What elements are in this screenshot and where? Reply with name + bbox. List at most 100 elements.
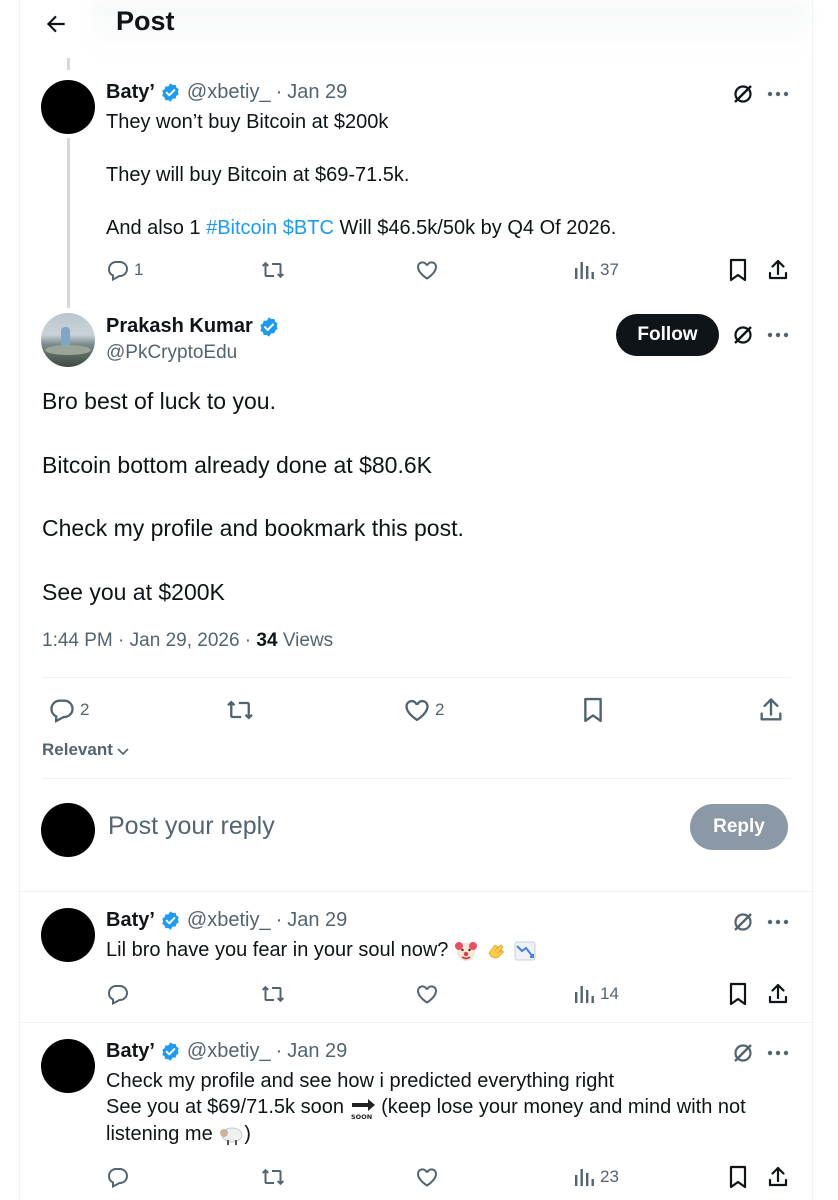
views-button[interactable]: 23: [574, 1165, 619, 1189]
reply-button[interactable]: [106, 1165, 130, 1189]
like-button[interactable]: [415, 982, 439, 1006]
bookmark-icon: [584, 697, 602, 723]
views-count: 37: [600, 260, 619, 279]
reply-button[interactable]: [106, 982, 130, 1006]
like-button[interactable]: [415, 258, 439, 282]
views-button[interactable]: 14: [574, 982, 619, 1006]
post-time[interactable]: 1:44 PM: [42, 630, 113, 651]
post-date[interactable]: Jan 29: [287, 81, 347, 104]
thread-line-top: [67, 58, 70, 70]
blurred-header-background: [90, 0, 810, 58]
more-icon[interactable]: [766, 322, 790, 348]
views-icon: [575, 986, 594, 1003]
reply-submit-button[interactable]: Reply: [690, 804, 788, 850]
bookmark-icon: [729, 1165, 747, 1189]
reply-button[interactable]: 2: [48, 696, 89, 724]
share-button[interactable]: [766, 1165, 790, 1189]
back-button[interactable]: [40, 8, 72, 40]
text-fragment: ): [244, 1123, 251, 1145]
avatar[interactable]: [41, 908, 95, 962]
author-handle[interactable]: @xbetiy_: [187, 909, 271, 932]
cashtag-link[interactable]: $BTC: [283, 217, 334, 239]
sheep-emoji-icon: [218, 1123, 244, 1147]
page-title: Post: [116, 6, 175, 36]
post-text-line: Bitcoin bottom already done at $80.6K: [42, 452, 432, 478]
clapping-hands-emoji-icon: [484, 939, 508, 963]
bookmark-button[interactable]: [581, 696, 605, 724]
more-icon[interactable]: [766, 909, 790, 935]
bookmark-button[interactable]: [727, 982, 749, 1006]
post-date[interactable]: Jan 29: [287, 909, 347, 932]
back-arrow-icon: [46, 15, 65, 33]
like-button[interactable]: [415, 1165, 439, 1189]
svg-text:SOON: SOON: [351, 1113, 372, 1120]
top-bar: Post: [0, 0, 838, 58]
repost-icon: [262, 985, 284, 1003]
grok-icon[interactable]: [730, 1040, 756, 1066]
post-date[interactable]: Jan 29, 2026: [130, 630, 240, 651]
author-handle[interactable]: @xbetiy_: [187, 81, 271, 104]
repost-icon: [227, 700, 253, 720]
verified-badge-icon: [258, 316, 280, 338]
bookmark-icon: [729, 258, 747, 282]
grok-icon[interactable]: [730, 322, 756, 348]
avatar-rock: [45, 345, 91, 355]
share-button[interactable]: [766, 258, 790, 282]
views-count: 14: [600, 984, 619, 1003]
like-icon: [405, 699, 429, 722]
grok-icon[interactable]: [730, 909, 756, 935]
share-icon: [768, 259, 788, 280]
separator-dot: ·: [275, 909, 283, 931]
author-name[interactable]: Baty’: [106, 81, 155, 104]
share-button[interactable]: [766, 982, 790, 1006]
post-text-line: Bro best of luck to you.: [42, 388, 276, 414]
avatar[interactable]: [41, 1039, 95, 1093]
bookmark-button[interactable]: [727, 258, 749, 282]
sort-dropdown[interactable]: Relevant: [42, 740, 131, 760]
like-icon: [417, 1168, 437, 1187]
post-text-line: They will buy Bitcoin at $69-71.5k.: [106, 164, 410, 186]
verified-badge-icon: [160, 82, 181, 103]
author-name[interactable]: Baty’: [106, 1040, 155, 1063]
my-avatar[interactable]: [41, 803, 95, 857]
divider: [42, 778, 791, 779]
post-text-line: See you at $69/71.5k soon SOON (keep los…: [106, 1094, 746, 1120]
more-icon[interactable]: [766, 81, 790, 107]
repost-button[interactable]: [225, 696, 255, 724]
soon-arrow-emoji-icon: SOON: [350, 1096, 376, 1120]
repost-button[interactable]: [260, 982, 286, 1006]
author-handle[interactable]: @xbetiy_: [187, 1040, 271, 1063]
text-fragment: Will $46.5k/50k by Q4 Of 2026.: [333, 217, 617, 239]
divider: [20, 1022, 812, 1023]
divider: [42, 677, 791, 678]
reply-button[interactable]: 1: [106, 258, 143, 282]
post-header: Prakash Kumar: [106, 315, 280, 338]
follow-button[interactable]: Follow: [616, 314, 719, 356]
reply-icon: [50, 699, 74, 724]
share-icon: [760, 698, 782, 721]
repost-icon: [262, 261, 284, 279]
post-date[interactable]: Jan 29: [287, 1040, 347, 1063]
share-button[interactable]: [757, 696, 785, 724]
more-icon[interactable]: [766, 1040, 790, 1066]
avatar[interactable]: [41, 80, 95, 134]
author-name[interactable]: Baty’: [106, 909, 155, 932]
views-button[interactable]: 37: [574, 258, 619, 282]
hashtag-link[interactable]: #Bitcoin: [206, 217, 277, 239]
post-text-line: They won’t buy Bitcoin at $200k: [106, 111, 389, 133]
repost-button[interactable]: [260, 1165, 286, 1189]
repost-button[interactable]: [260, 258, 286, 282]
reply-input[interactable]: Post your reply: [108, 812, 275, 841]
frame-border-left: [19, 0, 20, 1200]
grok-icon[interactable]: [730, 81, 756, 107]
like-button[interactable]: 2: [403, 696, 444, 724]
post-text-line: Check my profile and see how i predicted…: [106, 1070, 615, 1092]
chart-decreasing-emoji-icon: [513, 939, 537, 963]
author-name[interactable]: Prakash Kumar: [106, 315, 253, 338]
bookmark-button[interactable]: [727, 1165, 749, 1189]
post-header: Baty’ @xbetiy_ · Jan 29: [106, 909, 347, 932]
frame-border-right: [812, 0, 813, 1200]
author-handle[interactable]: @PkCryptoEdu: [106, 342, 237, 364]
avatar[interactable]: [41, 313, 95, 367]
like-count: 2: [435, 700, 445, 719]
